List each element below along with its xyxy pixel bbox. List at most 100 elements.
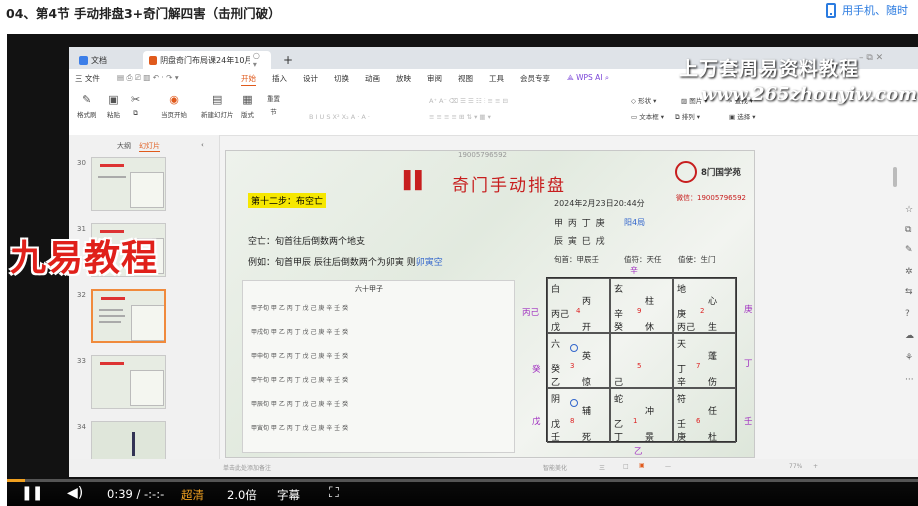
view-normal-icon[interactable]: □	[623, 463, 629, 470]
share-icon[interactable]: ⚘	[905, 353, 913, 363]
tab-slides[interactable]: 幻灯片	[139, 141, 160, 152]
side-label-right-mid: 丁	[744, 359, 753, 369]
paragraph-controls[interactable]: ≡ ≡ ≡ ≡ ⊞ ⇅ ▾ ▦ ▾	[429, 113, 491, 121]
video-player[interactable]: 文档 阴盘奇门布局课24年10月」 ○ ▾ + 三 文件 ▤ ⎙ ⎚ ▥ ↶ ·…	[7, 34, 918, 506]
menu-transition[interactable]: 切换	[334, 73, 349, 84]
thumb-title	[100, 362, 124, 365]
thumbnail-number: 34	[77, 423, 86, 431]
play-slide-icon: ◉	[169, 93, 179, 106]
thumb-grid	[130, 370, 164, 406]
watch-on-phone-link[interactable]: 用手机、随时	[826, 2, 908, 18]
new-tab-button[interactable]: +	[277, 51, 301, 69]
pause-icon[interactable]: ❚❚	[21, 485, 43, 501]
menu-animation[interactable]: 动画	[365, 73, 380, 84]
slide-thumbnail[interactable]	[91, 157, 166, 211]
thumb-title	[101, 297, 125, 300]
xunshou-label: 旬首：甲辰壬	[554, 255, 599, 264]
quick-access-icons[interactable]: ▤ ⎙ ⎚ ▥ ↶ · ↷ ▾	[117, 73, 179, 83]
paste-button[interactable]: ▣ 粘贴	[107, 93, 120, 119]
cut-button[interactable]: ✂ ⧉	[131, 93, 140, 118]
slide-thumbnail-selected[interactable]	[91, 289, 166, 343]
font-size-controls[interactable]: A⁺ A⁻ ⌫ ☰ ☰ ☷ ⫶ ≡ ≡ ⊟	[429, 97, 508, 106]
fullscreen-icon[interactable]: ⛶	[329, 485, 339, 501]
menu-insert[interactable]: 插入	[272, 73, 287, 84]
thumb-text	[98, 176, 126, 178]
start-from-current-button[interactable]: ◉ 当页开始	[161, 93, 187, 119]
notes-toggle[interactable]: 三	[599, 463, 605, 472]
table-row: 甲戌旬 甲 乙 丙 丁 戊 己 庚 辛 壬 癸	[251, 329, 349, 336]
thumb-grid	[130, 172, 164, 208]
textbox-button[interactable]: ▭ 文本框 ▾	[631, 111, 664, 121]
palace-cell: 玄 柱 辛 9 癸 休	[610, 278, 673, 333]
window-controls[interactable]: – ⧉ ✕	[859, 53, 883, 63]
side-label-left-top: 丙己	[522, 308, 540, 318]
video-controls: ❚❚ ◀) 0:39 / -:-:- 超清 2.0倍 字幕 ⛶	[7, 482, 918, 506]
notes-placeholder[interactable]: 单击此处添加备注	[223, 463, 271, 472]
table-row: 甲申旬 甲 乙 丙 丁 戊 己 庚 辛 壬 癸	[251, 353, 349, 360]
menu-home[interactable]: 开始	[241, 73, 256, 86]
shape-button[interactable]: ◇ 形状 ▾	[631, 95, 656, 105]
watch-on-phone-label: 用手机、随时	[842, 4, 908, 17]
menu-tools[interactable]: 工具	[489, 73, 504, 84]
logo-text: 8门国学苑	[701, 168, 741, 178]
palace-cell-center: 5 己	[610, 333, 673, 388]
kongwang-rule: 空亡：旬首往后倒数两个地支	[248, 237, 366, 247]
menu-file[interactable]: 三 文件	[75, 73, 100, 84]
volume-icon[interactable]: ◀)	[67, 485, 83, 501]
slide-canvas[interactable]: 19005796592 ▌▌ 奇门手动排盘 8门国学苑 微信：190057965…	[225, 150, 755, 458]
menu-review[interactable]: 审阅	[427, 73, 442, 84]
edit-icon[interactable]: ✎	[905, 245, 913, 255]
copy-style-icon[interactable]: ⧉	[905, 225, 911, 235]
palace-cell: 地 心 庚 2 丙己 生	[673, 278, 736, 333]
thumb-text	[99, 321, 121, 323]
cloud-icon[interactable]: ☁	[905, 331, 914, 341]
menu-member[interactable]: 会员专享	[520, 73, 550, 84]
slide-thumbnail-pane: 大纲 幻灯片 ‹ 30 31 32 33 34	[69, 135, 220, 478]
transition-icon[interactable]: ⇆	[905, 287, 913, 297]
tab-presentation-file[interactable]: 阴盘奇门布局课24年10月」 ○ ▾	[143, 51, 271, 69]
font-format-controls[interactable]: B I U S X² X₂ A · A ·	[309, 113, 370, 121]
menu-wps-ai[interactable]: ⟁ WPS AI ⌕	[567, 73, 609, 83]
thumb-text	[99, 315, 125, 317]
side-label-top: 辛	[630, 266, 638, 275]
more-icon[interactable]: ···	[905, 375, 914, 385]
select-icon: ▣	[729, 113, 736, 121]
menu-view[interactable]: 视图	[458, 73, 473, 84]
thumb-title	[100, 164, 124, 167]
speed-button[interactable]: 2.0倍	[227, 487, 257, 503]
table-row: 甲午旬 甲 乙 丙 丁 戊 己 庚 辛 壬 癸	[251, 377, 349, 384]
side-label-left-bot: 戊	[532, 417, 541, 427]
menu-design[interactable]: 设计	[303, 73, 318, 84]
zoom-in-button[interactable]: +	[813, 463, 818, 470]
reset-button[interactable]: 重置节	[267, 93, 280, 116]
menu-slideshow[interactable]: 放映	[396, 73, 411, 84]
side-label-right-bot: 壬	[744, 417, 753, 427]
side-label-left-mid: 癸	[532, 365, 541, 375]
tab-documents[interactable]: 文档	[73, 51, 135, 69]
arrange-button[interactable]: ⧉ 排列 ▾	[675, 111, 700, 122]
textbox-icon: ▭	[631, 113, 638, 121]
help-icon[interactable]: ?	[905, 309, 910, 319]
slide-thumbnail[interactable]	[91, 421, 166, 461]
subtitle-button[interactable]: 字幕	[277, 487, 300, 503]
smart-beautify-button[interactable]: 智能美化	[543, 463, 567, 472]
new-slide-button[interactable]: ▤ 新建幻灯片	[201, 93, 234, 119]
new-slide-icon: ▤	[212, 93, 223, 106]
format-painter-button[interactable]: ✎ 格式刷	[77, 93, 97, 119]
layout-button[interactable]: ▦ 版式	[241, 93, 254, 119]
zoom-level[interactable]: 77%	[789, 463, 802, 470]
slide-thumbnail[interactable]	[91, 355, 166, 409]
view-slideshow-icon[interactable]: ▣	[639, 462, 645, 469]
tab-close-icon[interactable]: ○ ▾	[253, 51, 265, 69]
quality-button[interactable]: 超清	[181, 487, 204, 503]
thumb-grid	[131, 305, 164, 341]
zoom-out-button[interactable]: —	[665, 463, 671, 470]
select-button[interactable]: ▣ 选择 ▾	[729, 111, 756, 121]
animation-icon[interactable]: ✲	[905, 267, 913, 277]
tab-outline[interactable]: 大纲	[117, 141, 131, 151]
time-display: 0:39 / -:-:-	[107, 487, 165, 501]
collapse-pane-icon[interactable]: ‹	[201, 141, 204, 149]
star-icon[interactable]: ☆	[905, 205, 913, 215]
nine-palace-grid: 白 丙 丙己 4 戊 开 玄 柱 辛 9 癸 休 地 心 庚 2 丙己 生 六 …	[546, 277, 737, 443]
scrollbar-thumb[interactable]	[893, 167, 897, 187]
